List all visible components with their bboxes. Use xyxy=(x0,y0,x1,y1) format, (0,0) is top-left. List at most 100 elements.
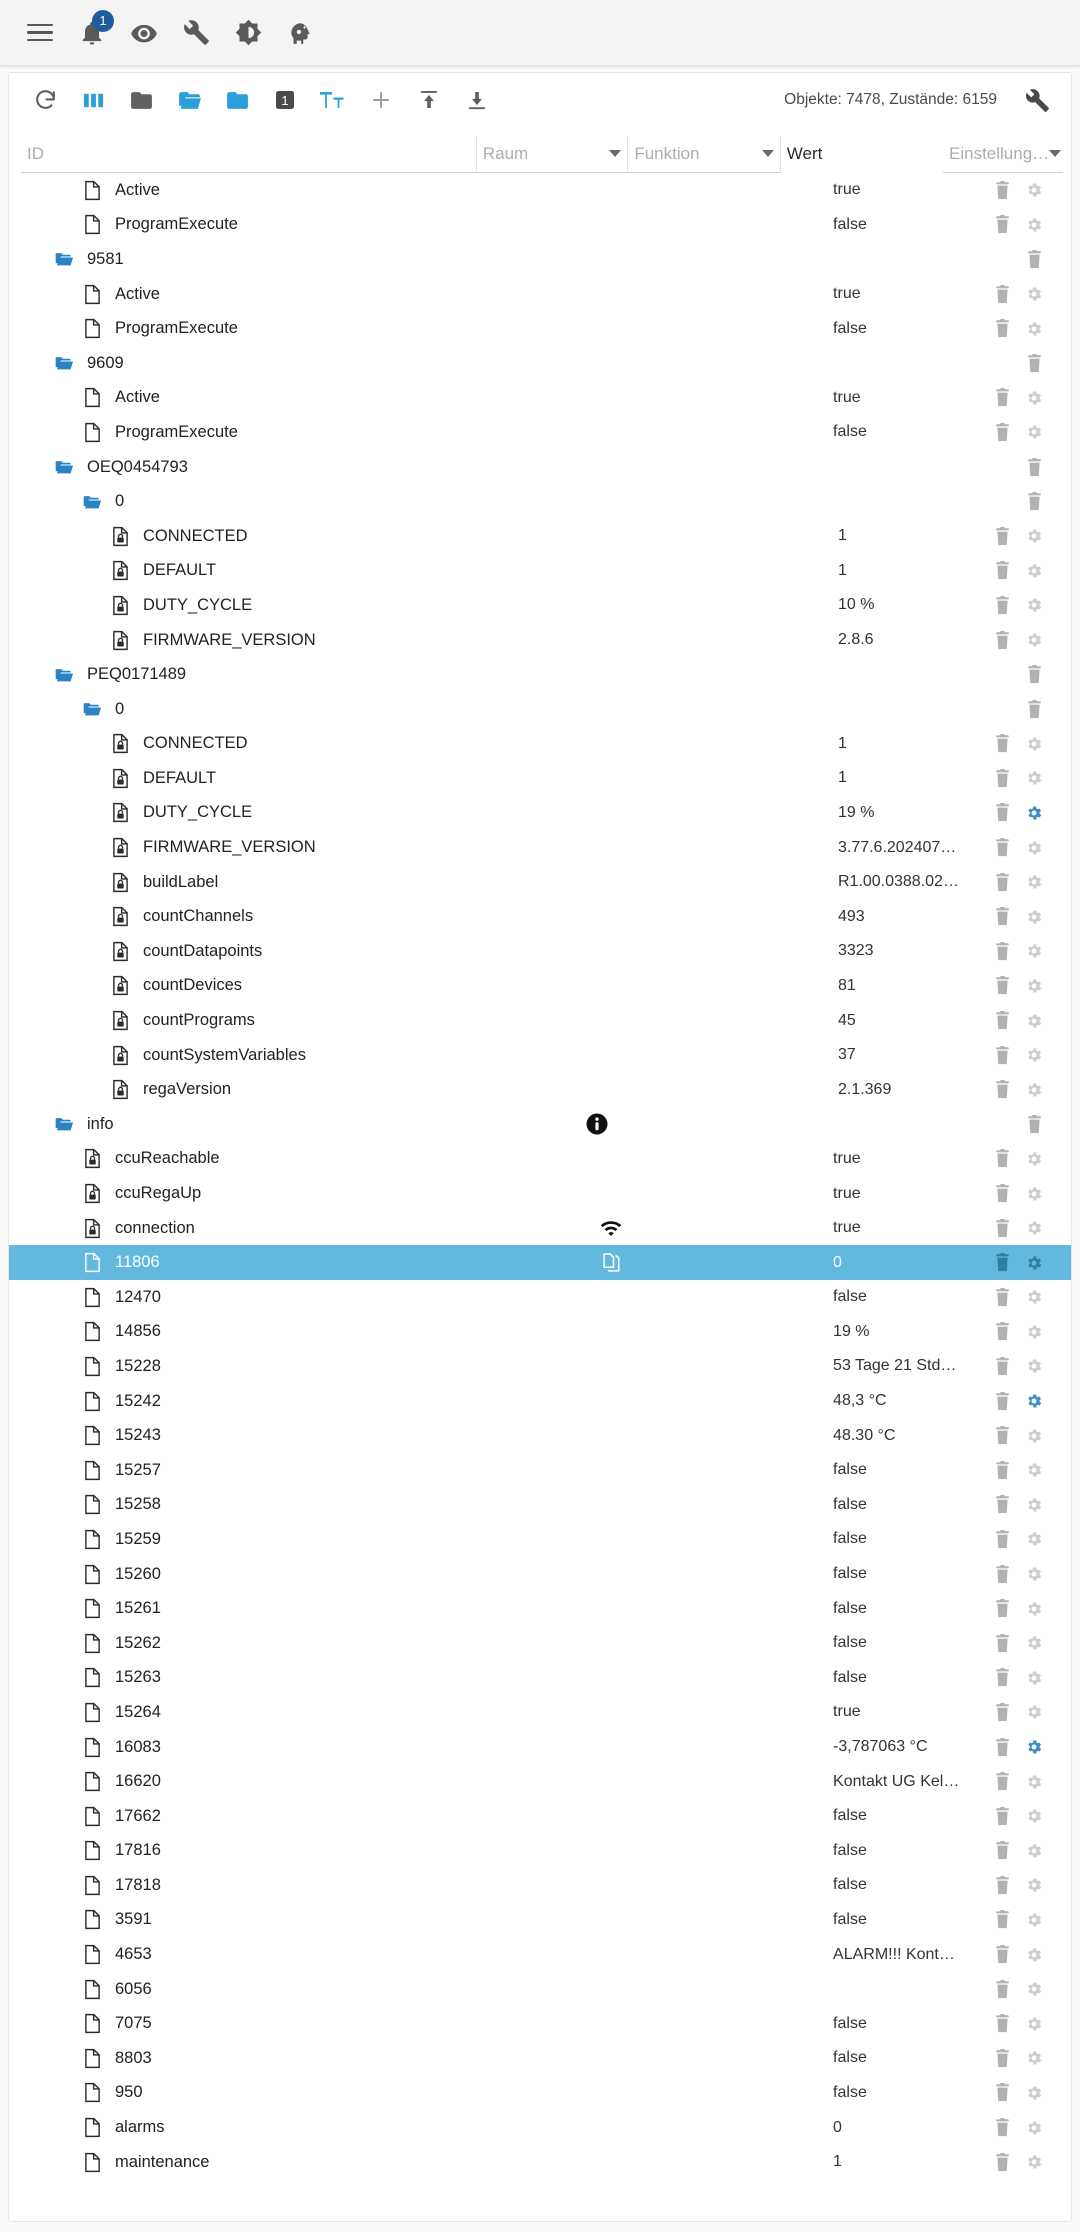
delete-icon[interactable] xyxy=(994,180,1011,200)
gear-icon[interactable] xyxy=(1025,1807,1043,1825)
gear-icon[interactable] xyxy=(1025,1012,1043,1030)
collapse-all-button[interactable] xyxy=(117,78,165,122)
delete-icon[interactable] xyxy=(994,1391,1011,1411)
delete-icon[interactable] xyxy=(994,768,1011,788)
expand-level-button[interactable]: 1 xyxy=(261,78,309,122)
gear-icon[interactable] xyxy=(1025,769,1043,787)
delete-icon[interactable] xyxy=(994,284,1011,304)
gear-icon[interactable] xyxy=(1025,2049,1043,2067)
gear-icon[interactable] xyxy=(1025,1150,1043,1168)
chevron-down-icon[interactable] xyxy=(1049,150,1062,157)
delete-icon[interactable] xyxy=(994,2118,1011,2137)
table-row[interactable]: 950 false xyxy=(9,2076,1071,2111)
table-row[interactable]: 3591 false xyxy=(9,1903,1071,1938)
gear-icon[interactable] xyxy=(1025,908,1043,926)
table-row[interactable]: 15264 true xyxy=(9,1695,1071,1730)
gear-icon[interactable] xyxy=(1025,2084,1043,2102)
menu-button[interactable] xyxy=(14,7,66,59)
table-row[interactable]: maintenance 1 xyxy=(9,2145,1071,2180)
gear-icon[interactable] xyxy=(1025,596,1043,614)
chevron-down-icon[interactable] xyxy=(609,150,622,157)
gear-icon[interactable] xyxy=(1025,1046,1043,1064)
table-row[interactable]: 9609 xyxy=(9,346,1071,381)
table-row[interactable]: connection true xyxy=(9,1211,1071,1246)
table-row[interactable]: buildLabel R1.00.0388.02… xyxy=(9,865,1071,900)
delete-icon[interactable] xyxy=(994,1564,1011,1584)
delete-icon[interactable] xyxy=(994,595,1011,615)
delete-icon[interactable] xyxy=(994,1599,1011,1618)
gear-icon[interactable] xyxy=(1025,527,1043,545)
gear-icon[interactable] xyxy=(1025,977,1043,995)
delete-icon[interactable] xyxy=(994,1080,1011,1099)
table-row[interactable]: 17818 false xyxy=(9,1868,1071,1903)
gear-icon[interactable] xyxy=(1025,1496,1043,1514)
delete-icon[interactable] xyxy=(994,1287,1011,1307)
delete-icon[interactable] xyxy=(994,319,1011,338)
delete-icon[interactable] xyxy=(994,1426,1011,1445)
gear-icon[interactable] xyxy=(1025,2153,1043,2171)
folder-button[interactable] xyxy=(213,78,261,122)
table-row[interactable]: ProgramExecute false xyxy=(9,415,1071,450)
delete-icon[interactable] xyxy=(994,803,1011,822)
delete-icon[interactable] xyxy=(1026,457,1043,477)
gear-icon[interactable] xyxy=(1025,631,1043,649)
delete-icon[interactable] xyxy=(994,1668,1011,1687)
delete-icon[interactable] xyxy=(994,1149,1011,1168)
table-row[interactable]: CONNECTED 1 xyxy=(9,727,1071,762)
delete-icon[interactable] xyxy=(1026,250,1043,269)
gear-icon[interactable] xyxy=(1025,181,1043,199)
delete-icon[interactable] xyxy=(994,2048,1011,2068)
delete-icon[interactable] xyxy=(994,215,1011,234)
expand-all-button[interactable] xyxy=(165,78,213,122)
visibility-button[interactable] xyxy=(118,7,170,59)
delete-icon[interactable] xyxy=(994,1011,1011,1030)
delete-icon[interactable] xyxy=(1026,492,1043,511)
delete-icon[interactable] xyxy=(994,1633,1011,1653)
delete-icon[interactable] xyxy=(994,1979,1011,1999)
notifications-button[interactable]: 1 xyxy=(66,7,118,59)
expert-mode-button[interactable] xyxy=(274,7,326,59)
gear-icon[interactable] xyxy=(1025,1911,1043,1929)
table-row[interactable]: ProgramExecute false xyxy=(9,208,1071,243)
table-row[interactable]: countDevices 81 xyxy=(9,969,1071,1004)
table-row[interactable]: 17816 false xyxy=(9,1834,1071,1869)
gear-icon[interactable] xyxy=(1025,839,1043,857)
delete-icon[interactable] xyxy=(994,1045,1011,1065)
settings-button[interactable] xyxy=(1013,78,1061,122)
delete-icon[interactable] xyxy=(994,976,1011,995)
table-row[interactable]: 15261 false xyxy=(9,1591,1071,1626)
table-row[interactable]: ccuReachable true xyxy=(9,1142,1071,1177)
table-row[interactable]: 15258 false xyxy=(9,1488,1071,1523)
table-row[interactable]: 16620 Kontakt UG Kel… xyxy=(9,1764,1071,1799)
gear-icon[interactable] xyxy=(1025,1876,1043,1894)
table-row[interactable]: 0 xyxy=(9,692,1071,727)
gear-icon[interactable] xyxy=(1025,1081,1043,1099)
gear-icon[interactable] xyxy=(1025,1254,1043,1272)
table-row[interactable]: 8803 false xyxy=(9,2041,1071,2076)
delete-icon[interactable] xyxy=(994,1495,1011,1514)
delete-icon[interactable] xyxy=(994,1910,1011,1929)
delete-icon[interactable] xyxy=(994,1357,1011,1376)
delete-icon[interactable] xyxy=(994,1772,1011,1791)
gear-icon[interactable] xyxy=(1025,1392,1043,1410)
delete-icon[interactable] xyxy=(994,526,1011,546)
delete-icon[interactable] xyxy=(994,2152,1011,2172)
table-row[interactable]: 15243 48.30 °C xyxy=(9,1418,1071,1453)
table-row[interactable]: Active true xyxy=(9,277,1071,312)
gear-icon[interactable] xyxy=(1025,1703,1043,1721)
gear-icon[interactable] xyxy=(1025,285,1043,303)
gear-icon[interactable] xyxy=(1025,2015,1043,2033)
table-row[interactable]: 4653 ALARM!!! Kont… xyxy=(9,1937,1071,1972)
delete-icon[interactable] xyxy=(994,872,1011,892)
import-button[interactable] xyxy=(405,78,453,122)
delete-icon[interactable] xyxy=(994,907,1011,926)
delete-icon[interactable] xyxy=(994,734,1011,753)
table-row[interactable]: PEQ0171489 xyxy=(9,657,1071,692)
gear-icon[interactable] xyxy=(1025,1530,1043,1548)
delete-icon[interactable] xyxy=(994,1702,1011,1722)
delete-icon[interactable] xyxy=(1026,353,1043,373)
delete-icon[interactable] xyxy=(994,1875,1011,1895)
gear-icon[interactable] xyxy=(1025,389,1043,407)
gear-icon[interactable] xyxy=(1025,1738,1043,1756)
table-row[interactable]: 6056 xyxy=(9,1972,1071,2007)
